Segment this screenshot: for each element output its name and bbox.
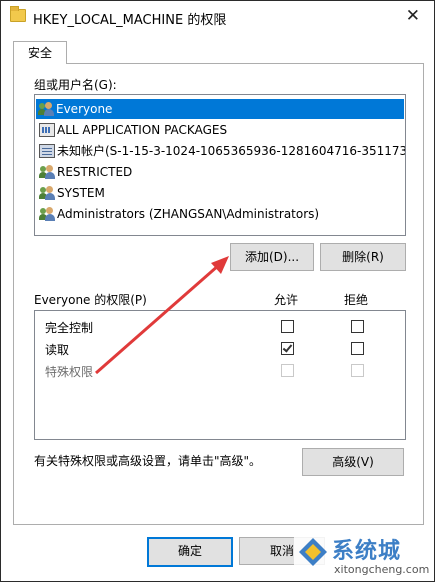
watermark-logo-icon <box>299 538 327 566</box>
watermark: 系统城 xitongcheng.com <box>294 531 434 581</box>
watermark-url: xitongcheng.com <box>334 563 430 576</box>
tab-security[interactable]: 安全 <box>13 41 67 64</box>
watermark-text: 系统城 <box>332 539 402 564</box>
red-arrow-annotation <box>95 256 229 375</box>
permissions-dialog: HKEY_LOCAL_MACHINE 的权限 ✕ 安全 组或用户名(G): Ev… <box>0 0 435 582</box>
